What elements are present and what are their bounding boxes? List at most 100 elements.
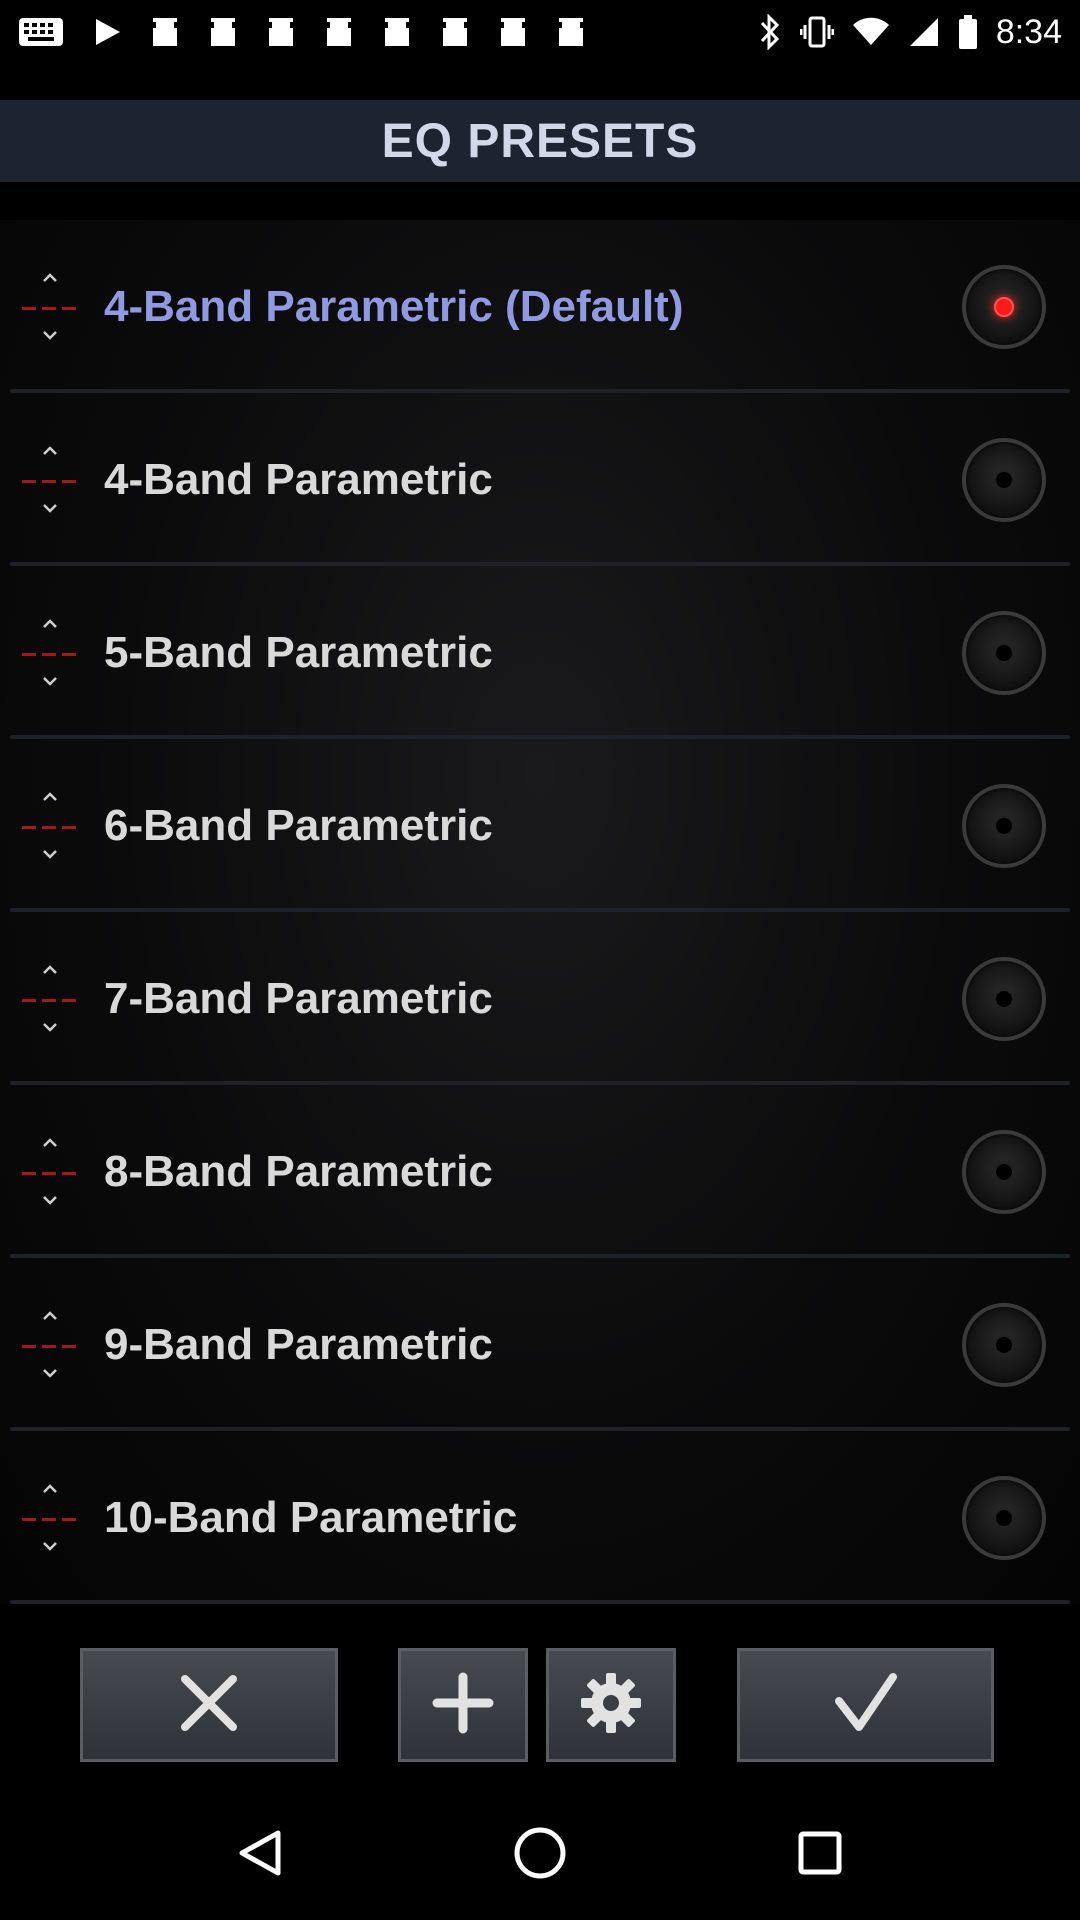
drag-line: [62, 825, 76, 829]
preset-row[interactable]: 4-Band Parametric (Default): [0, 220, 1080, 393]
chevron-up-icon: [40, 960, 60, 980]
system-nav-bar: [0, 1790, 1080, 1920]
preset-row[interactable]: 8-Band Parametric: [0, 1085, 1080, 1258]
preset-radio[interactable]: [962, 956, 1046, 1041]
drag-line: [42, 825, 56, 829]
chevron-down-icon: [40, 498, 60, 518]
drag-line: [22, 306, 36, 310]
cancel-button[interactable]: [80, 1648, 338, 1762]
drag-line: [22, 1344, 36, 1348]
status-bar: 8:34: [0, 0, 1080, 64]
recents-button[interactable]: [780, 1815, 860, 1895]
drag-line: [22, 998, 36, 1002]
preset-radio[interactable]: [962, 783, 1046, 868]
chevron-down-icon: [40, 1017, 60, 1037]
image-icon: [208, 16, 238, 48]
status-left-icons: [18, 16, 586, 48]
image-icon: [556, 16, 586, 48]
reorder-handle[interactable]: [0, 912, 104, 1085]
drag-line: [42, 1171, 56, 1175]
reorder-handle[interactable]: [0, 1258, 104, 1431]
radio-indicator: [994, 1334, 1014, 1355]
chevron-down-icon: [40, 844, 60, 864]
drag-line: [42, 998, 56, 1002]
reorder-handle[interactable]: [0, 1085, 104, 1258]
preset-radio[interactable]: [962, 437, 1046, 522]
home-icon: [512, 1825, 568, 1886]
preset-label: 4-Band Parametric (Default): [104, 281, 684, 331]
preset-row[interactable]: 4-Band Parametric: [0, 393, 1080, 566]
battery-icon: [958, 15, 978, 49]
drag-line: [22, 825, 36, 829]
bluetooth-icon: [758, 14, 782, 50]
chevron-up-icon: [40, 1306, 60, 1326]
preset-label: 6-Band Parametric: [104, 800, 493, 850]
drag-line: [42, 1517, 56, 1521]
status-time: 8:34: [995, 12, 1062, 51]
preset-row[interactable]: 9-Band Parametric: [0, 1258, 1080, 1431]
reorder-handle[interactable]: [0, 1431, 104, 1604]
preset-row[interactable]: 7-Band Parametric: [0, 912, 1080, 1085]
back-icon: [234, 1827, 286, 1884]
preset-label: 10-Band Parametric: [104, 1492, 518, 1542]
chevron-down-icon: [40, 1363, 60, 1383]
check-icon: [831, 1671, 901, 1740]
chevron-down-icon: [40, 325, 60, 345]
drag-line: [22, 1517, 36, 1521]
preset-row[interactable]: 10-Band Parametric: [0, 1431, 1080, 1604]
radio-indicator: [994, 469, 1014, 490]
drag-line: [62, 1171, 76, 1175]
preset-label: 4-Band Parametric: [104, 454, 493, 504]
chevron-up-icon: [40, 441, 60, 461]
chevron-up-icon: [40, 1479, 60, 1499]
preset-radio[interactable]: [962, 610, 1046, 695]
add-preset-button[interactable]: [398, 1648, 528, 1762]
reorder-handle[interactable]: [0, 220, 104, 393]
preset-radio[interactable]: [962, 1302, 1046, 1387]
preset-label: 5-Band Parametric: [104, 627, 493, 677]
image-icon: [382, 16, 412, 48]
drag-line: [62, 1517, 76, 1521]
image-icon: [498, 16, 528, 48]
reorder-handle[interactable]: [0, 393, 104, 566]
signal-icon: [908, 16, 940, 48]
reorder-handle[interactable]: [0, 566, 104, 739]
drag-line: [42, 479, 56, 483]
chevron-up-icon: [40, 614, 60, 634]
drag-line: [62, 652, 76, 656]
plus-icon: [431, 1671, 495, 1740]
vibrate-icon: [799, 15, 834, 49]
wifi-icon: [852, 17, 890, 47]
drag-line: [62, 998, 76, 1002]
chevron-up-icon: [40, 787, 60, 807]
chevron-up-icon: [40, 268, 60, 288]
gear-icon: [578, 1670, 644, 1741]
status-right-icons: 8:34: [758, 13, 1062, 52]
drag-line: [22, 652, 36, 656]
drag-line: [42, 652, 56, 656]
page-header: EQ PRESETS: [0, 100, 1080, 182]
chevron-down-icon: [40, 671, 60, 691]
settings-button[interactable]: [546, 1648, 676, 1762]
preset-row[interactable]: 5-Band Parametric: [0, 566, 1080, 739]
radio-indicator: [994, 1507, 1014, 1528]
preset-radio[interactable]: [962, 1475, 1046, 1560]
radio-indicator: [994, 988, 1014, 1009]
radio-indicator: [994, 1161, 1014, 1182]
page-title: EQ PRESETS: [381, 114, 699, 168]
drag-line: [62, 1344, 76, 1348]
preset-row[interactable]: 6-Band Parametric: [0, 739, 1080, 912]
reorder-handle[interactable]: [0, 739, 104, 912]
preset-radio[interactable]: [962, 1129, 1046, 1214]
chevron-up-icon: [40, 1133, 60, 1153]
home-button[interactable]: [500, 1815, 580, 1895]
image-icon: [440, 16, 470, 48]
drag-line: [22, 479, 36, 483]
chevron-down-icon: [40, 1536, 60, 1556]
confirm-button[interactable]: [737, 1648, 994, 1762]
preset-label: 7-Band Parametric: [104, 973, 493, 1023]
drag-line: [22, 1171, 36, 1175]
preset-radio[interactable]: [962, 264, 1046, 349]
image-icon: [150, 16, 180, 48]
back-button[interactable]: [220, 1815, 300, 1895]
